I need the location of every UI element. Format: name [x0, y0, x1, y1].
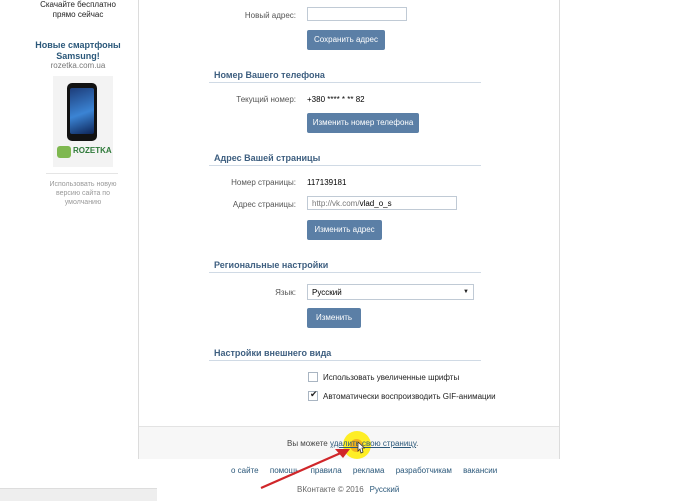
large-fonts-checkbox[interactable]	[308, 372, 318, 382]
page-address-label: Адрес страницы:	[232, 200, 296, 209]
left-column: Скачайте бесплатно прямо сейчас Новые см…	[0, 0, 137, 500]
mouse-cursor-icon	[357, 441, 365, 454]
new-version-link[interactable]: Использовать новую версию сайта по умолч…	[44, 180, 122, 207]
smartphone-image	[67, 83, 97, 141]
page-address-section-title: Адрес Вашей страницы	[214, 153, 321, 163]
section-divider	[209, 360, 481, 361]
appearance-section-title: Настройки внешнего вида	[214, 348, 332, 358]
section-divider	[209, 82, 481, 83]
regional-section-title: Региональные настройки	[214, 260, 329, 270]
divider	[46, 173, 118, 174]
page-address-input[interactable]: http://vk.com/vlad_o_s	[307, 196, 457, 210]
rozetka-logo: ROZETKA	[57, 146, 112, 162]
ad-domain[interactable]: rozetka.com.ua	[38, 61, 118, 70]
address-value: vlad_o_s	[359, 199, 392, 208]
language-selected: Русский	[312, 288, 342, 297]
save-address-button[interactable]: Сохранить адрес	[307, 30, 385, 50]
large-fonts-label[interactable]: Использовать увеличенные шрифты	[323, 373, 459, 382]
gif-autoplay-checkbox[interactable]: ✔	[308, 389, 318, 401]
ad-top-text: Скачайте бесплатно прямо сейчас	[40, 0, 116, 19]
new-address-input[interactable]	[307, 7, 407, 21]
section-divider	[209, 165, 481, 166]
current-phone-label: Текущий номер:	[236, 95, 296, 104]
change-phone-button[interactable]: Изменить номер телефона	[307, 113, 419, 133]
footer-language-link[interactable]: Русский	[370, 485, 400, 494]
dropdown-arrow-icon: ▼	[463, 289, 469, 295]
current-phone-value: +380 **** * ** 82	[307, 95, 365, 104]
page-number-value: 117139181	[307, 178, 347, 187]
footer-link-developers[interactable]: разработчикам	[396, 466, 452, 475]
change-language-button[interactable]: Изменить	[307, 308, 361, 328]
phone-section-title: Номер Вашего телефона	[214, 70, 325, 80]
footer-link-jobs[interactable]: вакансии	[463, 466, 497, 475]
page-number-label: Номер страницы:	[231, 178, 296, 187]
language-label: Язык:	[275, 288, 296, 297]
address-prefix: http://vk.com/	[312, 199, 360, 208]
new-address-label: Новый адрес:	[244, 11, 296, 20]
section-divider	[209, 272, 481, 273]
language-select[interactable]: Русский ▼	[307, 284, 474, 300]
red-arrow-annotation	[260, 449, 350, 490]
footer-link-ads[interactable]: реклама	[353, 466, 385, 475]
change-address-button[interactable]: Изменить адрес	[307, 220, 382, 240]
ad-image[interactable]: ROZETKA	[53, 76, 113, 167]
gif-autoplay-label[interactable]: Автоматически воспроизводить GIF-анимаци…	[323, 392, 496, 401]
checkmark-icon: ✔	[310, 389, 318, 399]
rozetka-icon	[57, 146, 71, 158]
horizontal-scrollbar[interactable]	[0, 488, 157, 501]
ad-title[interactable]: Новые смартфоны Samsung!	[35, 40, 121, 62]
